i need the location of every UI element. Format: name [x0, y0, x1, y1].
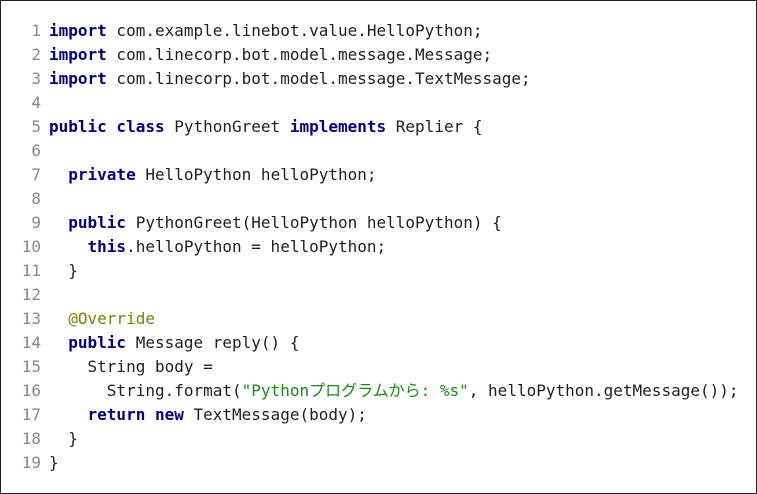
keyword: this — [87, 237, 127, 256]
code-token: com.example.linebot.value.HelloPython; — [106, 21, 483, 40]
code-token: PythonGreet(HelloPython helloPython) { — [126, 213, 502, 232]
line-number: 13 — [21, 309, 41, 328]
code-token: com.linecorp.bot.model.message.Message; — [106, 45, 493, 64]
line-number: 9 — [31, 213, 41, 232]
line-number: 18 — [21, 429, 41, 448]
keyword: return new — [87, 405, 184, 424]
code-line: 14 public Message reply() { — [1, 331, 739, 355]
code-line: 4 — [1, 91, 739, 115]
keyword: implements — [289, 117, 387, 136]
code-line: 7 private HelloPython helloPython; — [1, 163, 739, 187]
code-text: public Message reply() { — [41, 331, 299, 355]
code-text: return new TextMessage(body); — [41, 403, 367, 427]
code-text: this.helloPython = helloPython; — [41, 235, 387, 259]
code-text: import com.linecorp.bot.model.message.Me… — [41, 43, 492, 67]
code-token: PythonGreet — [164, 117, 290, 136]
code-line: 3 import com.linecorp.bot.model.message.T… — [1, 67, 739, 91]
line-number: 12 — [21, 285, 41, 304]
line-number: 19 — [21, 453, 41, 472]
code-line: 12 — [1, 283, 739, 307]
code-text: @Override — [41, 307, 155, 331]
code-line: 15 String body = — [1, 355, 739, 379]
code-line: 19} — [1, 451, 739, 475]
code-token: TextMessage(body); — [183, 405, 367, 424]
keyword: import — [49, 69, 107, 88]
line-number: 8 — [31, 189, 41, 208]
code-token: , helloPython.getMessage()); — [468, 381, 739, 400]
code-text: import com.example.linebot.value.HelloPy… — [41, 19, 482, 43]
code-text: String.format("Pythonプログラムから: %s", hello… — [41, 379, 739, 403]
code-line: 2 import com.linecorp.bot.model.message.M… — [1, 43, 739, 67]
code-line: 6 — [1, 139, 739, 163]
code-line: 8 — [1, 187, 739, 211]
line-number: 16 — [21, 381, 41, 400]
keyword: import — [49, 45, 107, 64]
keyword: public class — [49, 117, 165, 136]
line-number: 5 — [31, 117, 41, 136]
code-text: import com.linecorp.bot.model.message.Te… — [41, 67, 531, 91]
keyword: public — [68, 213, 127, 232]
code-text: private HelloPython helloPython; — [41, 163, 377, 187]
keyword: private — [68, 165, 136, 184]
code-line: 18 } — [1, 427, 739, 451]
line-number: 3 — [31, 69, 41, 88]
code-line: 11 } — [1, 259, 739, 283]
keyword: import — [49, 21, 107, 40]
line-number: 6 — [31, 141, 41, 160]
annotation: @Override — [68, 309, 155, 328]
line-number: 1 — [31, 21, 41, 40]
code-line: 9 public PythonGreet(HelloPython helloPy… — [1, 211, 739, 235]
code-text: } — [41, 259, 78, 283]
line-number: 7 — [31, 165, 41, 184]
code-token: String.format( — [49, 381, 242, 400]
code-listing: 1 import com.example.linebot.value.HelloP… — [1, 19, 739, 475]
code-line: 16 String.format("Pythonプログラムから: %s", he… — [1, 379, 739, 403]
code-text: String body = — [41, 355, 213, 379]
string-literal: "Pythonプログラムから: %s" — [241, 381, 469, 400]
line-number: 11 — [21, 261, 41, 280]
code-token: } — [49, 261, 78, 280]
keyword: public — [68, 333, 127, 352]
code-token: com.linecorp.bot.model.message.TextMessa… — [106, 69, 531, 88]
code-line: 13 @Override — [1, 307, 739, 331]
code-text: } — [41, 427, 78, 451]
code-token: } — [49, 453, 59, 472]
code-line: 10 this.helloPython = helloPython; — [1, 235, 739, 259]
line-number: 2 — [31, 45, 41, 64]
code-token: } — [49, 429, 78, 448]
code-block: 1 import com.example.linebot.value.HelloP… — [0, 0, 757, 494]
line-number: 4 — [31, 93, 41, 112]
code-text: public class PythonGreet implements Repl… — [41, 115, 482, 139]
code-line: 5 public class PythonGreet implements Rep… — [1, 115, 739, 139]
line-number: 15 — [21, 357, 41, 376]
code-token: HelloPython helloPython; — [135, 165, 377, 184]
code-text: } — [41, 451, 59, 475]
code-token: String body = — [49, 357, 213, 376]
line-number: 14 — [21, 333, 41, 352]
code-text: public PythonGreet(HelloPython helloPyth… — [41, 211, 502, 235]
line-number: 17 — [21, 405, 41, 424]
code-token: Replier { — [386, 117, 483, 136]
code-token: .helloPython = helloPython; — [126, 237, 387, 256]
code-line: 1 import com.example.linebot.value.HelloP… — [1, 19, 739, 43]
line-number: 10 — [21, 237, 41, 256]
code-line: 17 return new TextMessage(body); — [1, 403, 739, 427]
code-token: Message reply() { — [126, 333, 300, 352]
